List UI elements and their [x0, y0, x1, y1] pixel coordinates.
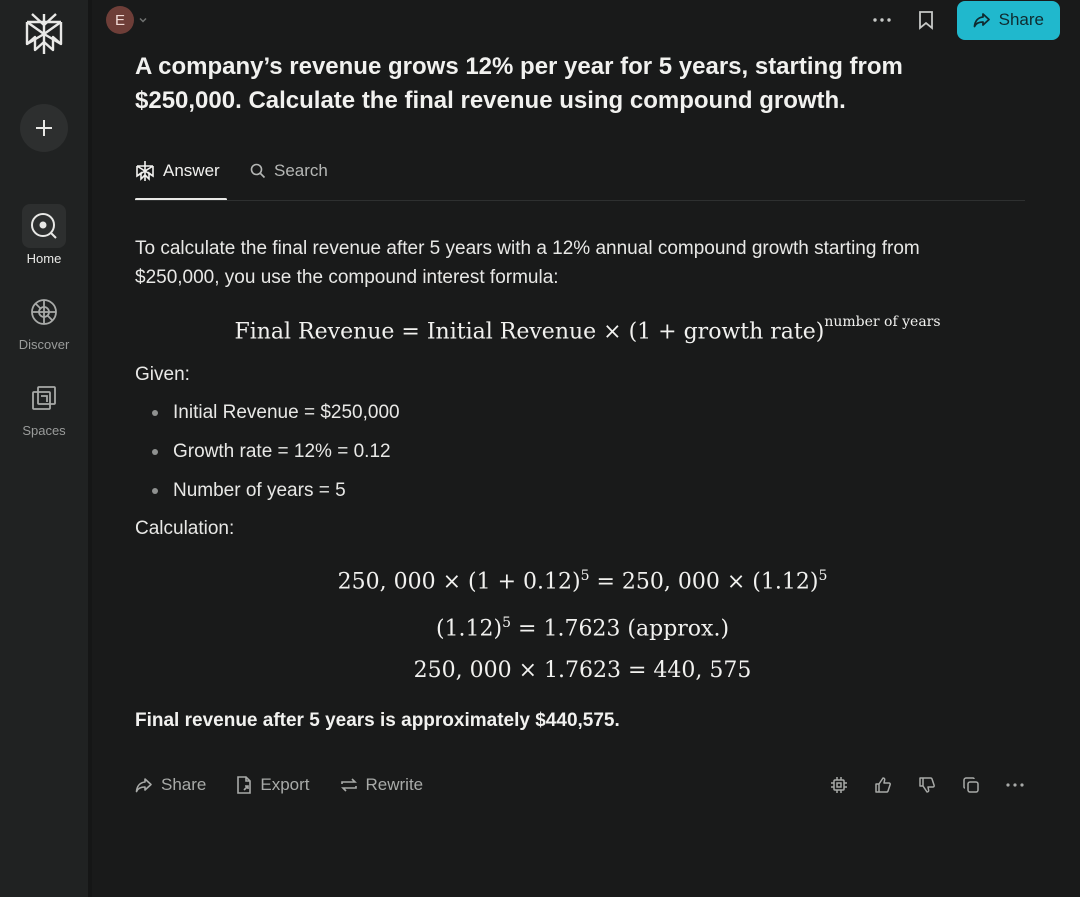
calc-exponent: 5 — [580, 568, 590, 584]
answer-actions: Share Export Rewrite — [135, 770, 423, 800]
tab-label: Search — [274, 161, 328, 180]
list-item: Initial Revenue = $250,000 — [135, 398, 735, 437]
chevron-down-icon — [139, 17, 147, 23]
share-button-label: Share — [998, 10, 1044, 29]
list-item: Number of years = 5 — [135, 476, 735, 515]
share-button[interactable]: Share — [956, 0, 1060, 40]
thumbs-up-icon — [875, 777, 891, 793]
bookmark-icon — [918, 11, 933, 30]
calc-exponent: 5 — [818, 568, 828, 584]
formula-base: Final Revenue = Initial Revenue × (1 + g… — [234, 319, 825, 345]
home-icon — [22, 204, 66, 248]
calc-part: 250, 000 × (1 + 0.12) — [337, 569, 581, 595]
export-icon — [237, 776, 252, 794]
perplexity-logo-icon[interactable] — [24, 12, 64, 56]
calc-line: 250, 000 × (1 + 0.12)5 = 250, 000 × (1.1… — [135, 562, 1030, 596]
more-options-button[interactable] — [869, 7, 895, 33]
answer-intro: To calculate the final revenue after 5 y… — [135, 238, 920, 288]
sidebar-divider — [88, 0, 92, 897]
thumbs-down-button[interactable] — [914, 772, 940, 798]
avatar[interactable]: E — [106, 6, 134, 34]
search-icon — [250, 163, 266, 179]
rewrite-icon — [340, 778, 357, 792]
more-answer-options-button[interactable] — [1002, 772, 1028, 798]
share-answer-label: Share — [161, 775, 207, 794]
answer-tabs: Answer Search — [135, 146, 1025, 202]
calc-exponent: 5 — [502, 615, 512, 631]
thumbs-up-button[interactable] — [870, 772, 896, 798]
calc-part: 250, 000 × 1.7623 = 440, 575 — [413, 658, 752, 683]
given-list: Initial Revenue = $250,000 Growth rate =… — [135, 398, 735, 515]
sidebar-item-label: Home — [26, 251, 62, 266]
export-button[interactable]: Export — [236, 775, 310, 795]
calc-line: 250, 000 × 1.7623 = 440, 575 — [135, 656, 1030, 685]
given-heading: Given: — [135, 364, 190, 385]
rewrite-button[interactable]: Rewrite — [340, 775, 424, 795]
thumbs-down-icon — [919, 777, 935, 793]
answer-feedback-actions — [826, 770, 1028, 800]
copy-icon — [963, 777, 979, 793]
list-item: Growth rate = 12% = 0.12 — [135, 437, 735, 476]
sidebar-item-label: Spaces — [22, 423, 66, 438]
tab-answer[interactable]: Answer — [135, 156, 220, 186]
sidebar-item-home[interactable]: Home — [0, 204, 88, 266]
share-icon — [135, 778, 152, 793]
new-thread-button[interactable] — [20, 104, 68, 152]
final-answer: Final revenue after 5 years is approxima… — [135, 710, 620, 731]
cpu-icon — [831, 777, 847, 793]
model-info-button[interactable] — [826, 772, 852, 798]
perplexity-answer-icon — [136, 161, 154, 181]
share-icon — [973, 13, 990, 28]
calculation-heading: Calculation: — [135, 518, 235, 539]
tab-search[interactable]: Search — [250, 156, 328, 186]
plus-icon — [36, 120, 52, 136]
export-label: Export — [260, 775, 310, 794]
sidebar: Home Discover Spaces — [0, 0, 88, 897]
sidebar-item-label: Discover — [18, 337, 70, 352]
calc-part: = 250, 000 × (1.12) — [589, 569, 819, 595]
discover-icon — [22, 290, 66, 334]
sidebar-item-discover[interactable]: Discover — [0, 290, 88, 352]
calc-part: = 1.7623 (approx.) — [511, 616, 730, 642]
formula: Final Revenue = Initial Revenue × (1 + g… — [135, 312, 1040, 346]
spaces-icon — [22, 376, 66, 420]
tab-label: Answer — [163, 161, 220, 180]
more-horizontal-icon — [872, 18, 891, 22]
bookmark-button[interactable] — [913, 7, 939, 33]
copy-button[interactable] — [958, 772, 984, 798]
calc-line: (1.12)5 = 1.7623 (approx.) — [135, 609, 1030, 643]
top-actions: Share — [869, 0, 1060, 40]
more-horizontal-icon — [1006, 783, 1024, 787]
account-menu[interactable]: E — [106, 6, 148, 34]
rewrite-label: Rewrite — [365, 775, 424, 794]
calc-part: (1.12) — [435, 616, 503, 642]
tabs-divider — [135, 200, 1025, 201]
share-answer-button[interactable]: Share — [135, 775, 206, 795]
page-title: A company’s revenue grows 12% per year f… — [135, 53, 903, 114]
sidebar-item-spaces[interactable]: Spaces — [0, 376, 88, 438]
formula-exponent: number of years — [824, 314, 941, 330]
